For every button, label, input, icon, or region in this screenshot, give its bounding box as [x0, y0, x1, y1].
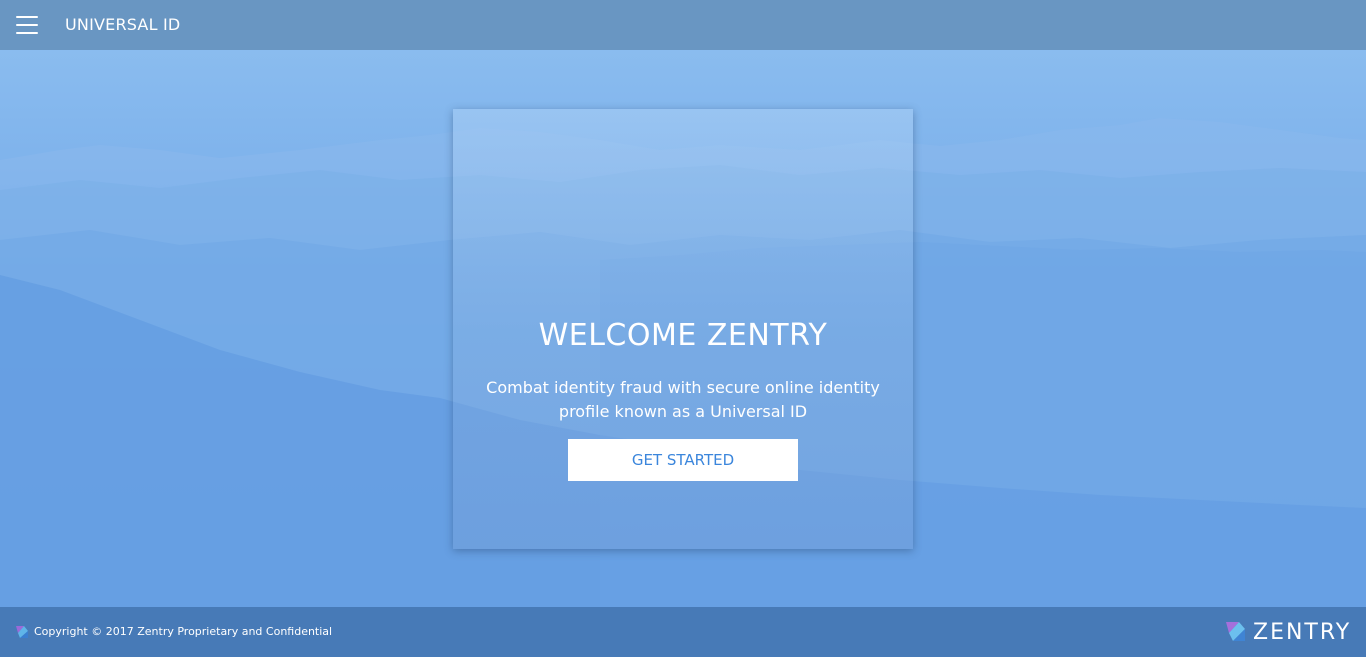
top-app-bar: UNIVERSAL ID	[0, 0, 1366, 50]
welcome-subtitle: Combat identity fraud with secure online…	[486, 378, 880, 421]
copyright-text: Copyright © 2017 Zentry Proprietary and …	[34, 625, 333, 638]
zentry-logo-icon	[1226, 622, 1245, 641]
hamburger-menu-icon[interactable]	[14, 14, 40, 36]
zentry-logo-small-icon	[16, 626, 28, 638]
brand-name: ZENTRY	[1253, 619, 1352, 645]
app-root: UNIVERSAL ID WELCOME ZENTRY Combat ident…	[0, 0, 1366, 657]
get-started-button[interactable]: GET STARTED	[568, 439, 798, 481]
app-title: UNIVERSAL ID	[65, 15, 181, 34]
zentry-brand: ZENTRY	[1224, 618, 1351, 646]
welcome-title: WELCOME ZENTRY	[538, 318, 828, 353]
